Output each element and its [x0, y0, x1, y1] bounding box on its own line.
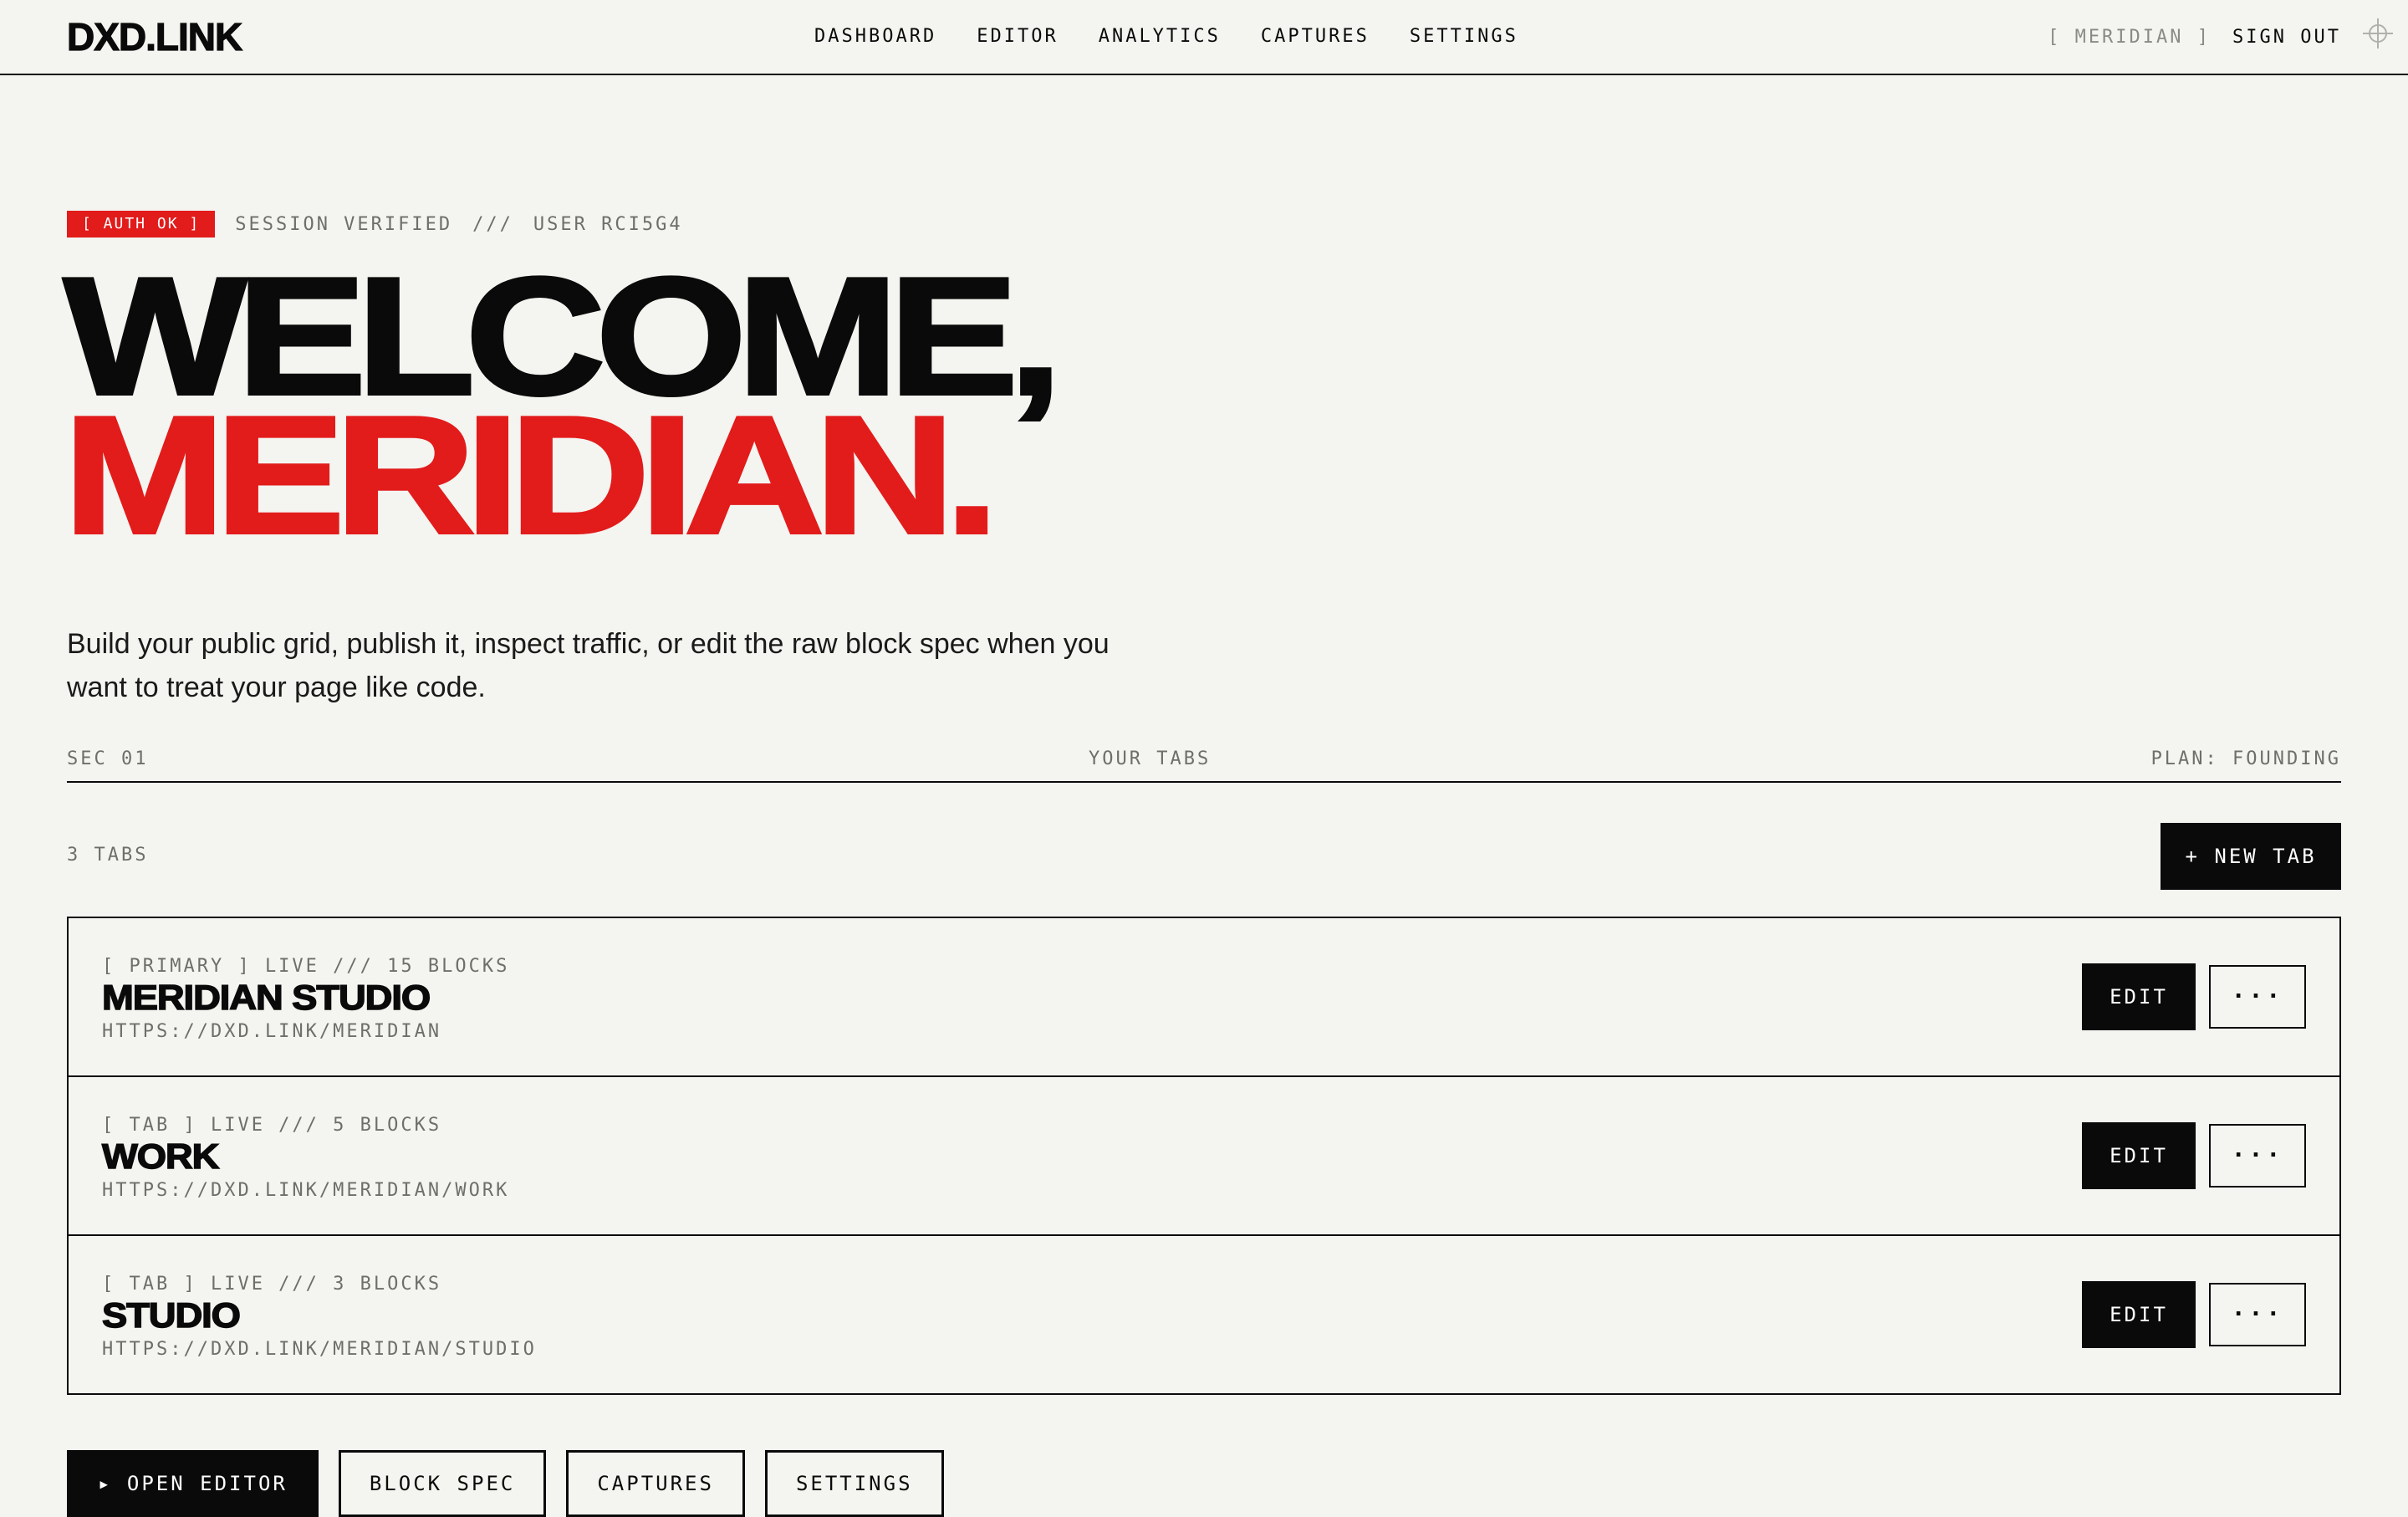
tab-meta: [ TAB ] LIVE /// 3 BLOCKS — [102, 1274, 442, 1295]
session-status: [ AUTH OK ] SESSION VERIFIED /// USER RC… — [67, 211, 683, 238]
captures-button[interactable]: CAPTURES — [566, 1450, 745, 1517]
edit-button[interactable]: EDIT — [2082, 1122, 2196, 1189]
block-spec-button[interactable]: BLOCK SPEC — [338, 1450, 547, 1517]
tab-url[interactable]: HTTPS://DXD.LINK/MERIDIAN/STUDIO — [102, 1338, 537, 1361]
main-nav: DASHBOARD EDITOR ANALYTICS CAPTURES SETT… — [814, 23, 1559, 50]
top-bar: DXD.LINK DASHBOARD EDITOR ANALYTICS CAPT… — [0, 0, 2408, 75]
section-header: SEC 01 YOUR TABS PLAN: FOUNDING — [67, 746, 2341, 783]
tab-name: STUDIO — [101, 1295, 242, 1336]
edit-button[interactable]: EDIT — [2082, 963, 2196, 1030]
open-editor-button[interactable]: ▸ OPEN EDITOR — [67, 1450, 319, 1517]
tab-meta: [ TAB ] LIVE /// 5 BLOCKS — [102, 1115, 442, 1136]
hero-title-line2: MERIDIAN. — [62, 382, 1001, 569]
new-tab-button[interactable]: + NEW TAB — [2161, 823, 2341, 890]
tab-name: MERIDIAN STUDIO — [101, 977, 431, 1018]
status-separator: /// — [472, 213, 513, 235]
section-number: SEC 01 — [67, 748, 149, 769]
nav-editor[interactable]: EDITOR — [977, 23, 1058, 50]
plan-label: PLAN: FOUNDING — [2150, 748, 2341, 769]
crosshair-icon — [2363, 18, 2393, 49]
nav-dashboard[interactable]: DASHBOARD — [814, 23, 936, 50]
user-id: USER RCI5G4 — [533, 213, 683, 235]
more-options-button[interactable]: ··· — [2209, 1124, 2306, 1188]
logo[interactable]: DXD.LINK — [66, 13, 242, 60]
tabs-count: 3 TABS — [67, 845, 149, 866]
auth-badge: [ AUTH OK ] — [67, 211, 216, 238]
tab-row: [ PRIMARY ] LIVE /// 15 BLOCKS MERIDIAN … — [69, 918, 2339, 1077]
sign-out-link[interactable]: SIGN OUT — [2232, 27, 2341, 48]
more-options-button[interactable]: ··· — [2209, 1283, 2306, 1346]
nav-analytics[interactable]: ANALYTICS — [1099, 23, 1221, 50]
tab-meta: [ PRIMARY ] LIVE /// 15 BLOCKS — [102, 956, 510, 977]
account-name: [ MERIDIAN ] — [2048, 26, 2212, 48]
tabs-list: [ PRIMARY ] LIVE /// 15 BLOCKS MERIDIAN … — [67, 917, 2341, 1395]
settings-button[interactable]: SETTINGS — [764, 1450, 944, 1517]
tab-url[interactable]: HTTPS://DXD.LINK/MERIDIAN/WORK — [102, 1179, 509, 1203]
intro-text: Build your public grid, publish it, insp… — [67, 628, 1110, 703]
account-area: [ MERIDIAN ] SIGN OUT — [2048, 23, 2341, 50]
quick-actions: ▸ OPEN EDITOR BLOCK SPEC CAPTURES SETTIN… — [67, 1450, 964, 1517]
edit-button[interactable]: EDIT — [2082, 1281, 2196, 1348]
session-text: SESSION VERIFIED — [235, 213, 453, 235]
section-title: YOUR TABS — [1089, 748, 1212, 769]
tab-url[interactable]: HTTPS://DXD.LINK/MERIDIAN — [102, 1020, 441, 1044]
nav-settings[interactable]: SETTINGS — [1410, 23, 1518, 50]
tab-name: WORK — [101, 1136, 220, 1177]
tab-row: [ TAB ] LIVE /// 5 BLOCKS WORK HTTPS://D… — [69, 1077, 2339, 1236]
more-options-button[interactable]: ··· — [2209, 965, 2306, 1029]
nav-captures[interactable]: CAPTURES — [1261, 23, 1370, 50]
tab-row: [ TAB ] LIVE /// 3 BLOCKS STUDIO HTTPS:/… — [69, 1236, 2339, 1393]
